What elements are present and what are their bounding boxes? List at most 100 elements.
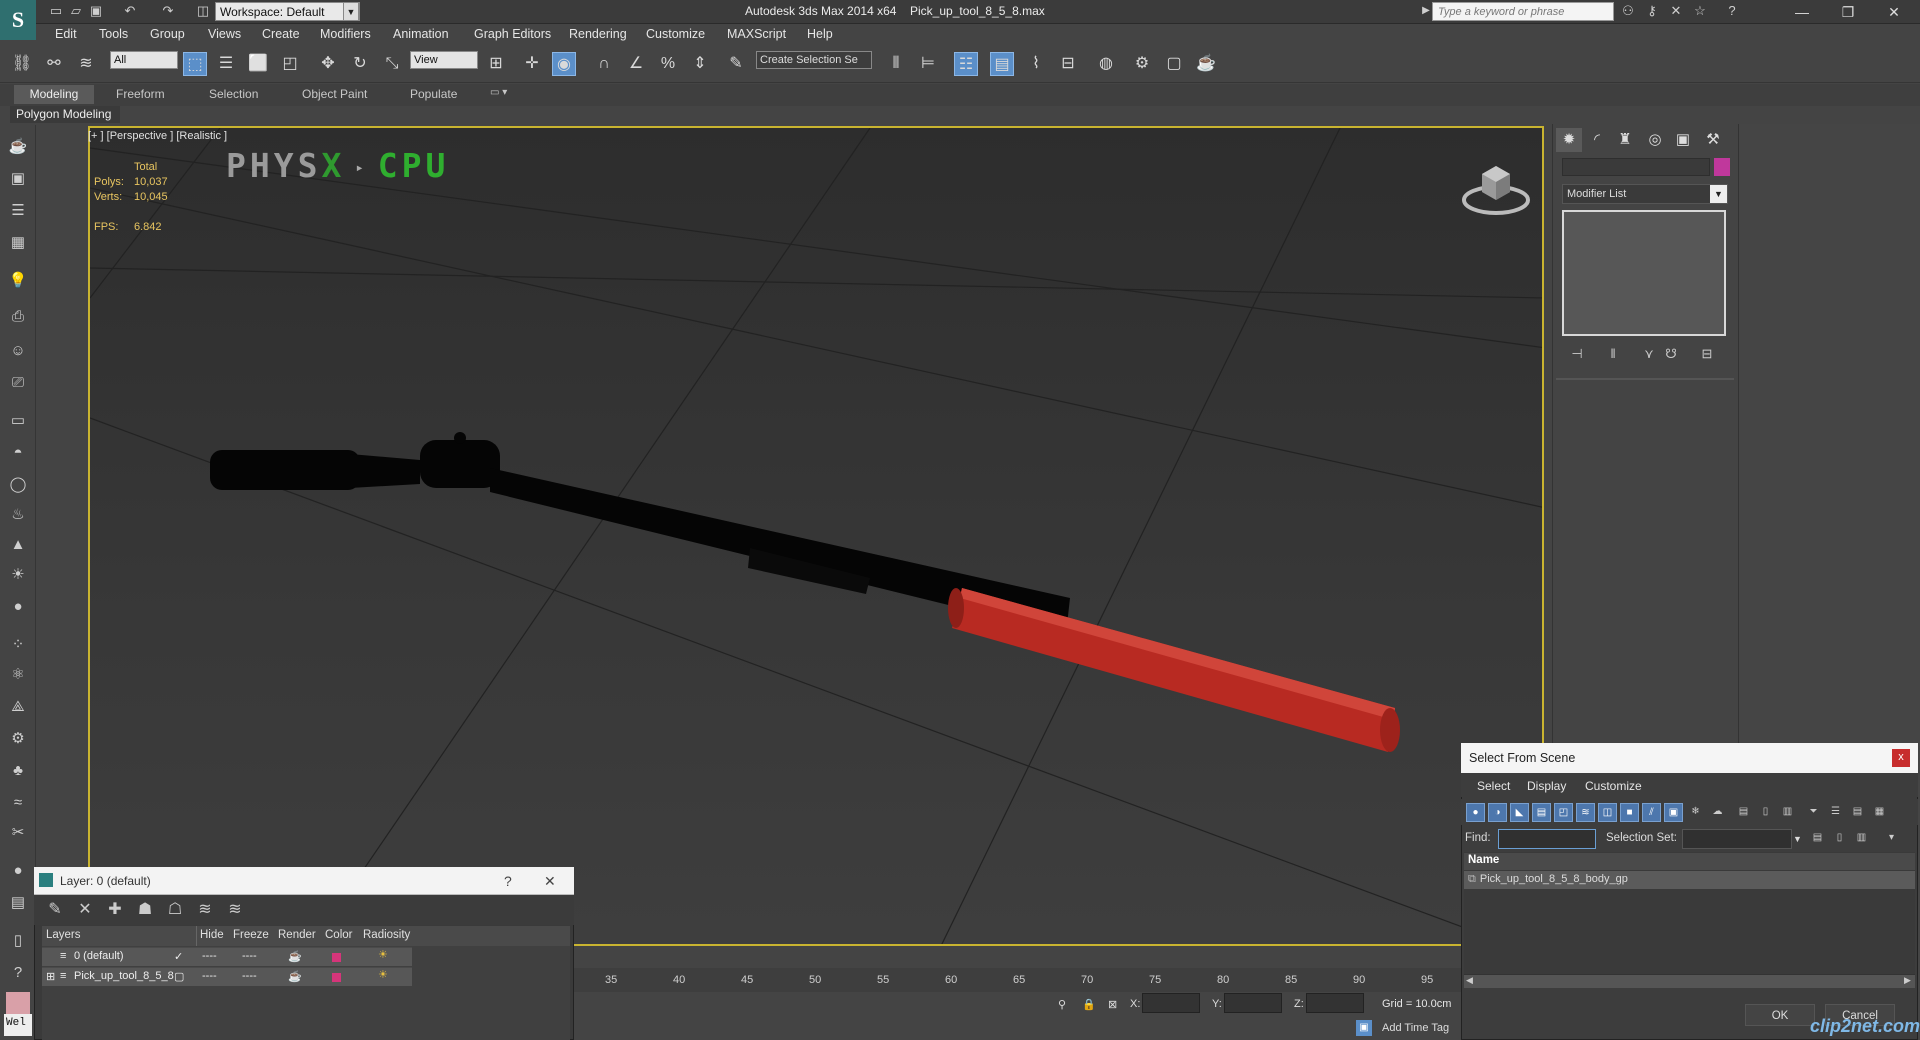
cloth-icon[interactable]: ✂ (6, 822, 30, 844)
film-icon[interactable]: ⎚ (6, 372, 30, 394)
sfs-menu-customize[interactable]: Customize (1585, 779, 1642, 793)
menu-graph-editors[interactable]: Graph Editors (474, 27, 551, 41)
maxscript-listener[interactable]: Wel (4, 1014, 32, 1036)
add-time-tag[interactable]: Add Time Tag (1382, 1022, 1449, 1034)
utilities-panel-icon[interactable]: ⚒ (1700, 128, 1726, 152)
display-shapes-icon[interactable]: ◑ (1488, 803, 1507, 822)
layer-color-swatch[interactable] (332, 973, 341, 982)
gear-icon[interactable]: ⚙ (6, 728, 30, 750)
app-logo-icon[interactable]: S (0, 0, 36, 40)
modifier-stack[interactable] (1562, 210, 1726, 336)
select-set-icon[interactable]: ▤ (1808, 829, 1827, 848)
col-layers[interactable]: Layers (46, 929, 81, 941)
active-layer-check-icon[interactable]: ✓ (174, 950, 183, 963)
filter-icon[interactable]: ⏷ (1804, 803, 1823, 822)
layer-name[interactable]: 0 (default) (74, 950, 124, 962)
teapot-icon[interactable]: ☕ (6, 136, 30, 158)
plant-icon[interactable]: ♣ (6, 760, 30, 782)
torus-icon[interactable]: ◯ (6, 474, 30, 496)
display-helpers-icon[interactable]: ◰ (1554, 803, 1573, 822)
teapot-icon[interactable]: ☕ (288, 950, 302, 963)
col-radiosity[interactable]: Radiosity (363, 929, 410, 941)
ribbon-options-icon[interactable]: ▭ ▾ (490, 87, 507, 98)
scroll-right-icon[interactable]: ▶ (1904, 975, 1911, 986)
horizontal-scrollbar[interactable] (1464, 974, 1915, 988)
teapot-icon[interactable]: ☕ (288, 970, 302, 983)
menu-edit[interactable]: Edit (55, 27, 77, 41)
undo-icon[interactable]: ↶ (122, 3, 138, 19)
expand-options-icon[interactable]: ▾ (1882, 829, 1901, 848)
sfs-menu-display[interactable]: Display (1527, 779, 1566, 793)
light-icon[interactable]: 💡 (6, 270, 30, 292)
hide-all-icon[interactable]: ≋ (194, 900, 216, 920)
create-panel-icon[interactable]: ✹ (1556, 128, 1582, 152)
filter-list-icon[interactable]: ☰ (1826, 803, 1845, 822)
help-icon[interactable]: ? (504, 873, 512, 889)
particles-icon[interactable]: ⁘ (6, 634, 30, 656)
reference-coordinate-dropdown[interactable]: View (410, 51, 478, 69)
layer-name[interactable]: Pick_up_tool_8_5_8 (74, 970, 174, 982)
molecule-icon[interactable]: ⚛ (6, 664, 30, 686)
display-all-icon[interactable]: ▤ (1734, 803, 1753, 822)
toggle-layer-explorer-icon[interactable]: ▤ (990, 52, 1014, 76)
display-space-warps-icon[interactable]: ≋ (1576, 803, 1595, 822)
col-freeze[interactable]: Freeze (233, 929, 269, 941)
menu-tools[interactable]: Tools (99, 27, 128, 41)
menu-group[interactable]: Group (150, 27, 185, 41)
rendered-frame-window-icon[interactable]: ▢ (1162, 52, 1186, 76)
align-icon[interactable]: ⊨ (916, 52, 940, 76)
exchange-icon[interactable]: ✕ (1668, 3, 1684, 19)
display-cameras-icon[interactable]: ▤ (1532, 803, 1551, 822)
layer-freeze[interactable]: ---- (242, 970, 257, 982)
absolute-mode-icon[interactable]: ⊠ (1108, 998, 1117, 1011)
layer-hide[interactable]: ---- (202, 950, 217, 962)
new-file-icon[interactable]: ▭ (48, 3, 64, 19)
unlink-icon[interactable]: ⚯ (42, 52, 66, 76)
star-icon[interactable]: ☆ (1692, 3, 1708, 19)
menu-views[interactable]: Views (208, 27, 241, 41)
help-circle-icon[interactable]: ? (6, 962, 30, 984)
face-icon[interactable]: ☺ (6, 340, 30, 362)
ok-button[interactable]: OK (1745, 1004, 1815, 1026)
snaps-toggle-icon[interactable]: ∩ (592, 52, 616, 76)
hair-fur-icon[interactable]: ≈ (6, 792, 30, 814)
document-icon[interactable]: ▯ (6, 930, 30, 952)
layer-hide[interactable]: ---- (202, 970, 217, 982)
tab-populate[interactable]: Populate (410, 87, 457, 101)
sun-icon[interactable]: ☀ (6, 564, 30, 586)
help-icon[interactable]: ? (1724, 3, 1740, 19)
modify-panel-icon[interactable]: ◜ (1584, 128, 1610, 152)
scroll-left-icon[interactable]: ◀ (1466, 975, 1473, 986)
mirror-icon[interactable]: ⫴ (884, 52, 908, 76)
display-panel-icon[interactable]: ▣ (1670, 128, 1696, 152)
save-file-icon[interactable]: ▣ (88, 3, 104, 19)
named-selection-set-dropdown[interactable]: Create Selection Se (756, 51, 872, 69)
move-icon[interactable]: ✥ (316, 52, 340, 76)
menu-help[interactable]: Help (807, 27, 833, 41)
tab-selection[interactable]: Selection (209, 87, 258, 101)
viewport-label[interactable]: [+ ] [Perspective ] [Realistic ] (88, 130, 227, 142)
layer-color-swatch[interactable] (332, 953, 341, 962)
lamp-icon[interactable]: ♨ (6, 504, 30, 526)
color-swatch-icon[interactable] (6, 992, 30, 1014)
highlight-layer-icon[interactable]: ☖ (164, 900, 186, 920)
cone-icon[interactable]: ▲ (6, 534, 30, 556)
sphere-icon[interactable]: ● (6, 596, 30, 618)
isolate-selection-icon[interactable]: ⚲ (1058, 998, 1066, 1011)
selection-set-dropdown[interactable] (1682, 829, 1792, 849)
add-to-layer-icon[interactable]: ✚ (104, 900, 126, 920)
column-name[interactable]: Name (1464, 853, 1915, 870)
minimize-button[interactable]: — (1784, 2, 1820, 22)
layers-icon[interactable]: ▤ (6, 892, 30, 914)
key-icon[interactable]: ⚷ (1644, 3, 1660, 19)
pin-stack-icon[interactable]: ⊣ (1566, 344, 1588, 364)
display-groups-icon[interactable]: ◫ (1598, 803, 1617, 822)
radiosity-icon[interactable]: ☀ (378, 968, 388, 981)
workspace-dropdown[interactable]: Workspace: Default (215, 2, 360, 21)
display-xrefs-icon[interactable]: ■ (1620, 803, 1639, 822)
find-input[interactable] (1498, 829, 1596, 849)
hemisphere-icon[interactable]: ◓ (6, 442, 30, 464)
modifier-list-dropdown[interactable]: Modifier List (1562, 184, 1728, 204)
edit-set-icon[interactable]: ▥ (1852, 829, 1871, 848)
close-icon[interactable]: x (1892, 749, 1910, 767)
